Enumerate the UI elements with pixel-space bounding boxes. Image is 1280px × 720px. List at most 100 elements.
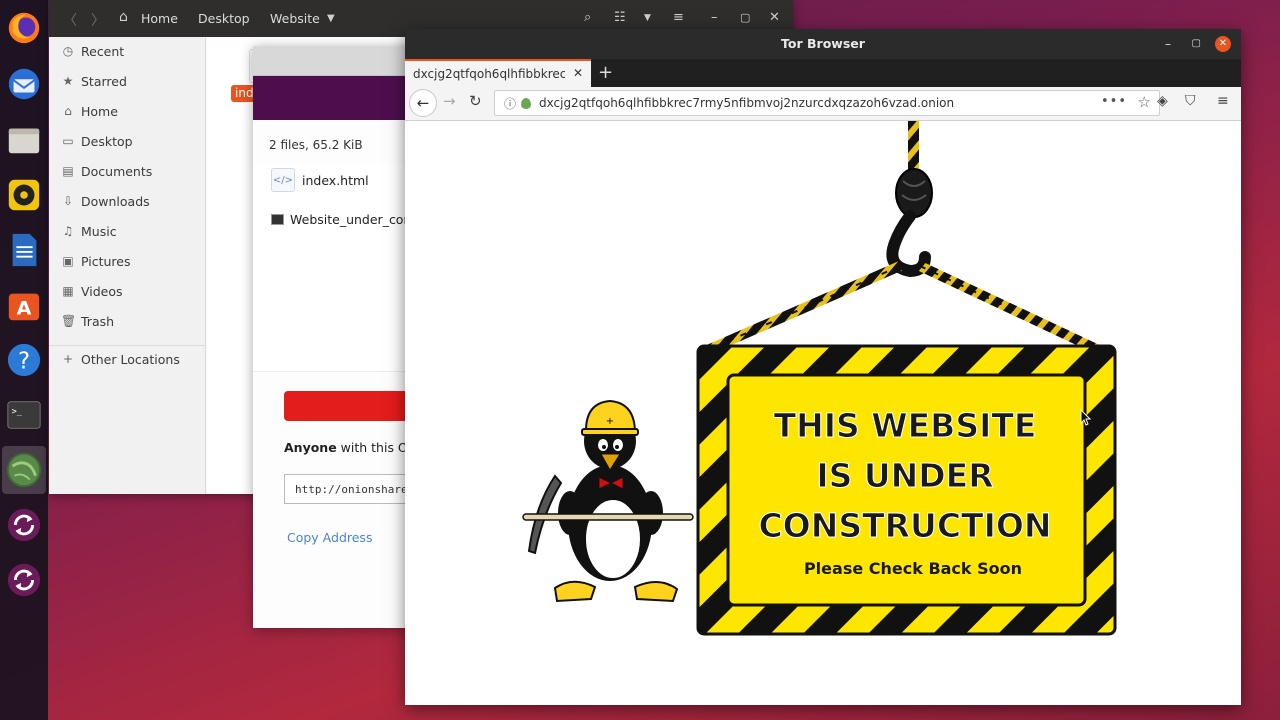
rhythmbox-icon (8, 179, 40, 211)
files-launcher[interactable] (2, 116, 46, 164)
tab-onion-site[interactable]: dxcjg2qtfqoh6qlhfibbkrec7rmy5nfibmvoj2nz… (405, 59, 591, 87)
sidebar-item-trash[interactable]: 🗑 Trash (61, 311, 114, 331)
home-icon[interactable]: ⌂ (119, 9, 128, 25)
home-icon: ⌂ (64, 104, 72, 118)
sidebar-item-documents[interactable]: ▤ Documents (61, 161, 152, 181)
onionshare-file-list (253, 164, 413, 372)
url-bar[interactable]: ⓘ dxcjg2qtfqoh6qlhfibbkrec7rmy5nfibmvoj2… (494, 90, 1160, 116)
forward-arrow-icon[interactable]: → (443, 92, 456, 110)
sidebar-label-downloads: Downloads (81, 193, 150, 209)
bookmark-star-icon[interactable]: ☆ (1138, 93, 1151, 111)
download-icon: ⇩ (62, 194, 74, 208)
onion-address-field[interactable]: http://onionshare: (284, 474, 413, 504)
sidebar-label-trash: Trash (81, 313, 115, 329)
anyone-bold: Anyone (284, 440, 337, 455)
terminal-prompt: >_ (12, 407, 23, 417)
sign-line-3: CONSTRUCTION (758, 506, 1051, 545)
sidebar-label-pictures: Pictures (81, 253, 131, 269)
sidebar-item-home[interactable]: ⌂ Home (61, 101, 118, 121)
sidebar-label-music: Music (81, 223, 117, 239)
tor-circuit-icon[interactable]: ◈ (1157, 93, 1168, 109)
writer-launcher[interactable] (2, 226, 46, 274)
minimize-icon[interactable]: – (711, 10, 718, 25)
sidebar-item-desktop[interactable]: ▭ Desktop (61, 131, 132, 151)
menu-icon[interactable]: ≡ (673, 10, 684, 25)
sidebar-item-music[interactable]: ♫ Music (61, 221, 117, 241)
thunderbird-icon (8, 68, 40, 100)
tab-bar: dxcjg2qtfqoh6qlhfibbkrec7rmy5nfibmvoj2nz… (405, 59, 1241, 87)
sidebar-item-videos[interactable]: ▦ Videos (61, 281, 123, 301)
list-item[interactable]: </> index.html (271, 168, 369, 192)
onionshare-header (253, 76, 413, 120)
software-glyph: A (17, 298, 32, 320)
videos-icon: ▦ (62, 284, 74, 298)
search-icon[interactable]: ⌕ (584, 10, 591, 25)
files-icon (8, 128, 40, 154)
reload-icon[interactable]: ↻ (469, 92, 482, 110)
trash-icon: 🗑 (61, 314, 77, 328)
thunderbird-launcher[interactable] (2, 60, 46, 108)
music-icon: ♫ (62, 224, 74, 238)
tor-titlebar: Tor Browser – ▢ ✕ (405, 29, 1241, 59)
tor-browser-window: Tor Browser – ▢ ✕ dxcjg2qtfqoh6qlhfibbkr… (405, 29, 1241, 705)
document-icon: ▤ (62, 164, 74, 178)
maximize-icon[interactable]: ▢ (740, 11, 750, 24)
sidebar-item-downloads[interactable]: ⇩ Downloads (61, 191, 150, 211)
firefox-icon (8, 12, 40, 44)
back-arrow-icon[interactable]: 〈 (63, 10, 77, 30)
rhythmbox-launcher[interactable] (2, 171, 46, 219)
firefox-launcher[interactable] (2, 4, 46, 52)
sign-subtitle: Please Check Back Soon (804, 559, 1022, 578)
update-launcher[interactable] (2, 501, 46, 549)
breadcrumb-website[interactable]: Website (270, 11, 320, 26)
security-shield-icon[interactable]: ⛉ (1185, 93, 1196, 109)
list-view-icon[interactable]: ☷ (614, 10, 626, 25)
share-info-text: Anyone with this Onio (284, 440, 413, 455)
onion-icon (521, 98, 531, 109)
rope-knot (895, 168, 933, 218)
url-text[interactable]: dxcjg2qtfqoh6qlhfibbkrec7rmy5nfibmvoj2nz… (539, 96, 954, 110)
sign-line-1: THIS WEBSITE (774, 406, 1037, 445)
help-launcher[interactable]: ? (2, 336, 46, 384)
minimize-icon[interactable]: – (1165, 29, 1171, 59)
plus-icon: + (62, 352, 74, 366)
software-launcher[interactable]: A (2, 281, 46, 329)
help-icon: ? (7, 343, 41, 377)
sidebar-item-recent[interactable]: ◷ Recent (61, 41, 124, 61)
tor-browser-launcher[interactable] (2, 446, 46, 494)
image-file-icon (271, 214, 284, 225)
new-tab-icon[interactable]: + (598, 62, 613, 83)
chevron-down-icon[interactable]: ▼ (327, 13, 335, 24)
page-actions-icon[interactable]: ••• (1101, 94, 1127, 109)
breadcrumb-home[interactable]: Home (141, 11, 178, 26)
sidebar-item-starred[interactable]: ★ Starred (61, 71, 127, 91)
terminal-launcher[interactable]: >_ (2, 391, 46, 439)
breadcrumb-desktop[interactable]: Desktop (198, 11, 250, 26)
copy-address-link[interactable]: Copy Address (287, 530, 372, 545)
star-icon: ★ (62, 74, 74, 88)
folder-icon: ▭ (62, 134, 74, 148)
view-options-chevron-icon[interactable]: ▼ (644, 13, 651, 23)
info-icon[interactable]: ⓘ (504, 95, 516, 112)
stop-sharing-button[interactable] (284, 391, 413, 421)
html-file-icon: </> (271, 168, 295, 192)
sidebar-item-pictures[interactable]: ▣ Pictures (61, 251, 131, 271)
tab-close-icon[interactable]: ✕ (573, 66, 583, 80)
onionshare-window: 2 files, 65.2 KiB </> index.html Website… (253, 46, 413, 628)
hamburger-menu-icon[interactable]: ≡ (1217, 93, 1229, 109)
onionshare-titlebar (253, 46, 413, 76)
penguin-mascot: + (522, 399, 694, 603)
list-item[interactable]: Website_under_cons (271, 212, 413, 227)
forward-arrow-icon[interactable]: 〉 (91, 10, 105, 30)
close-icon[interactable]: ✕ (769, 10, 780, 25)
clock-icon: ◷ (62, 44, 74, 58)
close-icon[interactable]: ✕ (1215, 36, 1231, 52)
files-sidebar: ◷ Recent ★ Starred ⌂ Home ▭ Desktop ▤ Documen… (49, 37, 206, 494)
sidebar-label-videos: Videos (81, 283, 123, 299)
maximize-icon[interactable]: ▢ (1192, 29, 1201, 59)
pictures-icon: ▣ (62, 254, 74, 268)
back-arrow-icon[interactable]: ← (409, 89, 437, 117)
sidebar-item-other-locations[interactable]: + Other Locations (61, 349, 180, 369)
mouse-cursor-icon (1080, 409, 1092, 426)
update-launcher-2[interactable] (2, 556, 46, 604)
